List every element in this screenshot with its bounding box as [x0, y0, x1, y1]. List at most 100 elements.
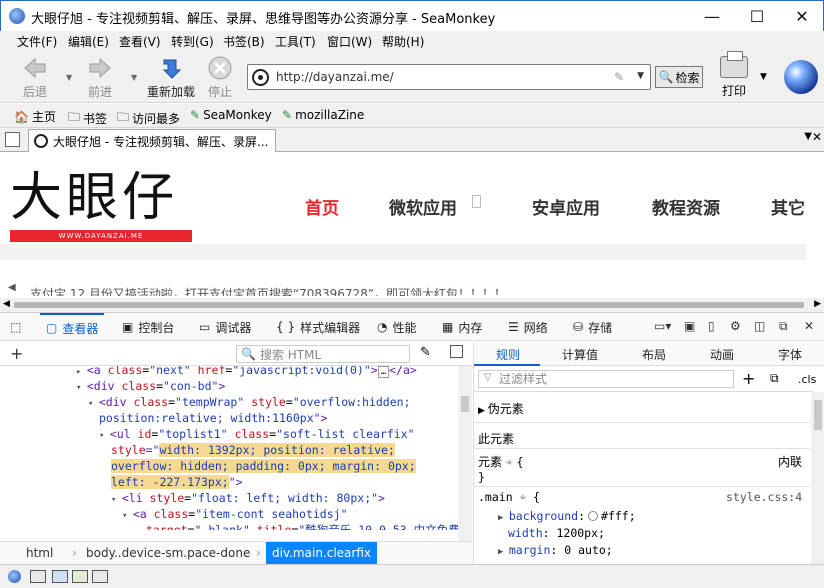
cls-toggle-button[interactable]: .cls [798, 373, 816, 386]
address-book-icon[interactable] [72, 570, 88, 583]
selector-highlight-icon[interactable]: ⌖ [520, 490, 526, 504]
markup-scroll-thumb[interactable] [461, 396, 469, 412]
html-search-input[interactable]: 🔍 搜索 HTML [236, 345, 410, 363]
rules-vertical-scrollbar[interactable] [811, 392, 824, 565]
site-nav-other[interactable]: 其它 [771, 194, 805, 219]
collapse-twisty-icon[interactable]: ▾ [88, 399, 99, 409]
forward-dropdown-icon[interactable]: ▼ [131, 73, 137, 82]
menu-bookmarks[interactable]: 书签(B) [223, 33, 265, 50]
site-nav-tutorials[interactable]: 教程资源 [652, 194, 720, 219]
markup-line[interactable]: ▾ <div class="tempWrap" style="overflow:… [88, 394, 410, 410]
element-highlight-icon[interactable]: ⌖ [506, 455, 513, 469]
chat-icon[interactable] [92, 570, 108, 583]
tab-memory[interactable]: ▦ 内存 [442, 313, 482, 341]
tab-inspector[interactable]: ▢ 查看器 [40, 313, 105, 341]
breadcrumb-div-main[interactable]: div.main.clearfix [266, 542, 377, 564]
menu-file[interactable]: 文件(F) [17, 33, 57, 50]
stop-button[interactable]: 停止 [198, 53, 242, 101]
tab-animations[interactable]: 动画 [710, 346, 734, 363]
markup-line[interactable]: position:relative; width:1160px"> [99, 410, 328, 426]
tab-layout[interactable]: 布局 [642, 346, 666, 363]
reload-button[interactable]: 重新加载 [144, 53, 198, 101]
expand-twisty-icon[interactable]: ▶ [498, 547, 509, 557]
menu-view[interactable]: 查看(V) [119, 33, 161, 50]
markup-line[interactable]: overflow: hidden; padding: 0px; margin: … [111, 458, 416, 474]
settings-gear-icon[interactable]: ⚙ [730, 319, 741, 333]
collapse-twisty-icon[interactable]: ▾ [76, 383, 87, 393]
dock-layout-icon[interactable]: ▭▾ [654, 319, 671, 333]
color-swatch-icon[interactable] [588, 511, 599, 521]
markup-line[interactable]: left: -227.173px;"> [111, 474, 243, 490]
menu-window[interactable]: 窗口(W) [327, 33, 372, 50]
menu-edit[interactable]: 编辑(E) [68, 33, 109, 50]
element-rule[interactable]: 元素 ⌖ { [478, 453, 523, 470]
markup-line[interactable]: ▾ <li style="float: left; width: 80px;"> [111, 490, 385, 506]
forward-button[interactable]: 前进 [78, 53, 122, 101]
collapsed-content-badge[interactable]: … [377, 366, 390, 378]
toggle-pseudo-class-icon[interactable]: ⧉ [770, 371, 779, 386]
menu-help[interactable]: 帮助(H) [382, 33, 424, 50]
tab-network[interactable]: ☰ 网络 [508, 313, 548, 341]
url-dropdown-icon[interactable]: ▼ [637, 71, 644, 81]
bookmark-home[interactable]: 🏠 主页 [14, 108, 56, 125]
element-picker-icon[interactable]: ⬚ [10, 313, 21, 341]
close-devtools-icon[interactable]: ✕ [804, 319, 814, 333]
site-logo[interactable]: 大眼仔 WWW.DAYANZAI.ME [10, 168, 192, 246]
menu-go[interactable]: 转到(G) [171, 33, 214, 50]
mail-icon[interactable] [30, 570, 46, 583]
back-dropdown-icon[interactable]: ▼ [66, 73, 72, 82]
site-nav-microsoft[interactable]: 微软应用 [389, 194, 457, 219]
navigator-icon[interactable] [8, 570, 21, 583]
tab-style-editor[interactable]: { } 样式编辑器 [276, 313, 360, 341]
scroll-right-icon[interactable]: ▶ [814, 299, 821, 309]
bookmark-mozillazine[interactable]: ✎ mozillaZine [282, 108, 364, 122]
markup-vertical-scrollbar[interactable] [458, 366, 472, 541]
rule-declaration[interactable]: width: 1200px; [508, 526, 605, 540]
scroll-left-icon[interactable]: ◀ [3, 299, 10, 309]
print-dropdown-icon[interactable]: ▼ [760, 72, 767, 82]
print-button[interactable]: 打印 [714, 51, 754, 100]
collapse-twisty-icon[interactable]: ▾ [111, 495, 122, 505]
rule-declaration[interactable]: ▶ margin: 0 auto; [498, 543, 613, 557]
tab-rules[interactable]: 规则 [496, 346, 520, 363]
markup-line[interactable]: target="_blank" title="酷狗音乐 10.0.53 中文免费 [146, 522, 458, 530]
maximize-button[interactable]: ☐ [734, 1, 780, 32]
responsive-design-icon[interactable]: ▯ [708, 319, 715, 333]
collapse-twisty-icon[interactable]: ▾ [122, 511, 133, 521]
close-window-button[interactable]: ✕ [779, 1, 824, 32]
markup-view[interactable]: ▸ <a class="next" href="javascript:void(… [0, 366, 458, 541]
rule-source-link[interactable]: style.css:4 [726, 490, 802, 504]
markup-line[interactable]: ▾ <ul id="toplist1" class="soft-list cle… [99, 426, 415, 442]
bookmark-seamonkey[interactable]: ✎ SeaMonkey [190, 108, 272, 122]
tab-performance[interactable]: ◔ 性能 [377, 313, 417, 341]
add-rule-icon[interactable]: + [742, 369, 755, 388]
horizontal-scrollbar[interactable]: ◀ ▶ [0, 298, 824, 312]
markup-line[interactable]: ▾ <div class="con-bd"> [76, 378, 225, 394]
breadcrumb-html[interactable]: html [26, 542, 53, 564]
tab-computed[interactable]: 计算值 [562, 346, 598, 363]
markup-line[interactable]: style="width: 1392px; position: relative… [111, 442, 395, 458]
site-identity-icon[interactable] [252, 69, 269, 86]
menu-tools[interactable]: 工具(T) [275, 33, 316, 50]
composer-icon[interactable] [52, 570, 68, 583]
tab-storage[interactable]: ⛁ 存储 [573, 313, 612, 341]
markup-line[interactable]: ▾ <a class="item-cont seahotidsj" [122, 506, 348, 522]
back-button[interactable]: 后退 [13, 53, 57, 101]
bookmark-most-visited[interactable]: 🗀 访问最多 [117, 108, 180, 129]
pseudo-elements-section[interactable]: ▶ 伪元素 [478, 400, 524, 417]
collapse-twisty-icon[interactable]: ▾ [99, 431, 110, 441]
horizontal-scroll-thumb[interactable] [14, 302, 804, 308]
sidebar-toggle-icon[interactable] [5, 132, 20, 147]
expand-twisty-icon[interactable]: ▸ [76, 367, 87, 377]
rules-scroll-thumb[interactable] [814, 400, 822, 430]
breadcrumb-body[interactable]: body..device-sm.pace-done [86, 542, 250, 564]
site-nav-android[interactable]: 安卓应用 [532, 194, 600, 219]
tab-active[interactable]: 大眼仔旭 - 专注视频剪辑、解压、录屏... [28, 129, 276, 152]
toggle-sidebar-icon[interactable] [450, 345, 463, 358]
dock-side-icon[interactable]: ◫ [754, 319, 765, 333]
url-input[interactable]: http://dayanzai.me/ [276, 70, 394, 84]
expand-twisty-icon[interactable]: ▶ [498, 513, 509, 523]
rule-declaration[interactable]: ▶ background: #fff; [498, 509, 636, 523]
undock-window-icon[interactable]: ⧉ [779, 319, 788, 334]
tab-debugger[interactable]: ▭ 调试器 [199, 313, 251, 341]
